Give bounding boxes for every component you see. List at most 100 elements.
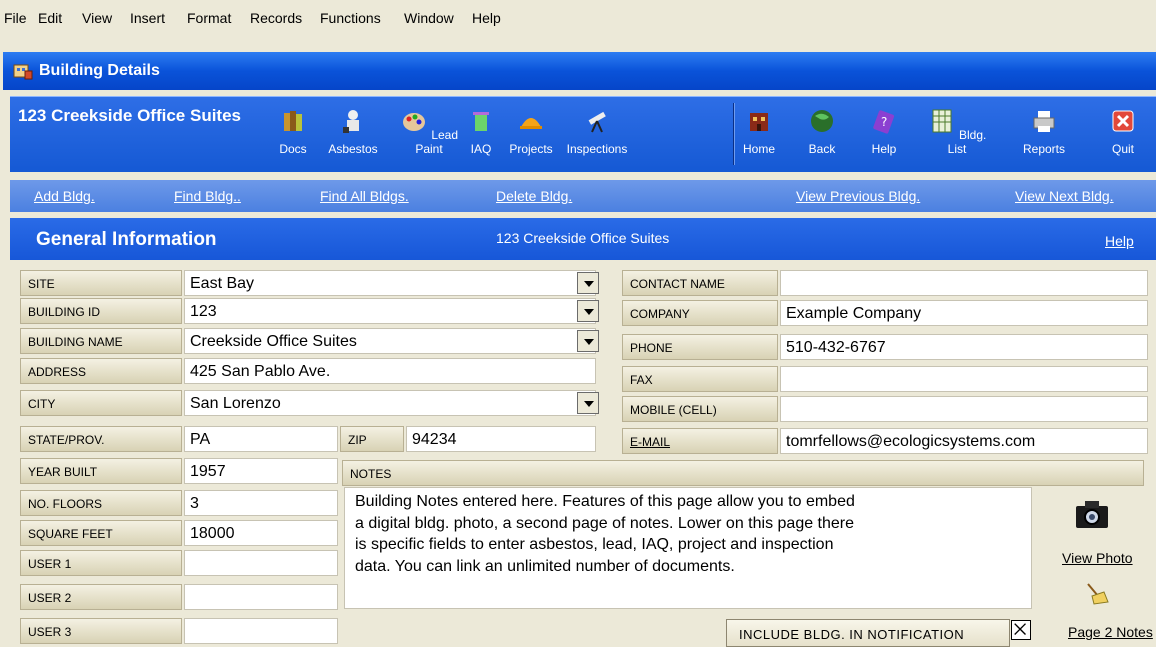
- iaq-label: IAQ: [470, 142, 492, 156]
- phone-field[interactable]: 510-432-6767: [780, 334, 1148, 360]
- page-2-notes-link[interactable]: Page 2 Notes: [1068, 624, 1153, 640]
- view-photo-link[interactable]: View Photo: [1062, 550, 1133, 566]
- site-dropdown-arrow[interactable]: [577, 272, 599, 294]
- menu-functions[interactable]: Functions: [320, 10, 381, 26]
- notes-line: is specific fields to enter asbestos, le…: [355, 536, 834, 553]
- general-information-form: SITE East Bay BUILDING ID 123 BUILDING N…: [10, 262, 1156, 647]
- building-name-dropdown-arrow[interactable]: [577, 330, 599, 352]
- include-in-notification-checkbox[interactable]: [1011, 620, 1031, 640]
- user2-field[interactable]: [184, 584, 338, 610]
- back-button[interactable]: Back: [802, 107, 842, 167]
- delete-bldg-link[interactable]: Delete Bldg.: [496, 188, 572, 204]
- broom-icon[interactable]: [1082, 582, 1110, 608]
- company-field[interactable]: Example Company: [780, 300, 1148, 326]
- square-feet-field[interactable]: 18000: [184, 520, 338, 546]
- year-built-label: YEAR BUILT: [20, 458, 182, 484]
- window-title: Building Details: [39, 62, 160, 79]
- building-window-icon: [13, 64, 33, 80]
- menu-format[interactable]: Format: [187, 10, 231, 26]
- section-help-link[interactable]: Help: [1105, 233, 1134, 249]
- building-name-field[interactable]: Creekside Office Suites: [184, 328, 596, 354]
- user2-label: USER 2: [20, 584, 182, 610]
- year-built-field[interactable]: 1957: [184, 458, 338, 484]
- home-button[interactable]: Home: [739, 107, 779, 167]
- help-button[interactable]: ? Help: [866, 107, 902, 167]
- checkbox-x-icon: [1014, 623, 1026, 635]
- projects-label: Projects: [509, 142, 553, 156]
- reports-button[interactable]: Reports: [1014, 107, 1074, 167]
- help-label: Help: [871, 142, 897, 156]
- menu-view[interactable]: View: [82, 10, 112, 26]
- building-id-label: BUILDING ID: [20, 298, 182, 324]
- contact-name-label: CONTACT NAME: [622, 270, 778, 296]
- trash-bin-icon: [473, 112, 489, 131]
- help-book-icon: ?: [873, 110, 895, 134]
- city-dropdown-arrow[interactable]: [577, 392, 599, 414]
- floors-field[interactable]: 3: [184, 490, 338, 516]
- user1-label: USER 1: [20, 550, 182, 576]
- asbestos-label: Asbestos: [328, 142, 378, 156]
- main-toolbar: 123 Creekside Office Suites Docs Asbesto…: [10, 96, 1156, 172]
- camera-icon[interactable]: [1072, 497, 1112, 533]
- docs-button[interactable]: Docs: [275, 107, 311, 167]
- company-label: COMPANY: [622, 300, 778, 326]
- asbestos-button[interactable]: Asbestos: [318, 107, 388, 167]
- section-title: General Information: [36, 229, 217, 250]
- mobile-label: MOBILE (CELL): [622, 396, 778, 422]
- menu-insert[interactable]: Insert: [130, 10, 165, 26]
- record-links-bar: Add Bldg. Find Bldg.. Find All Bldgs. De…: [10, 180, 1156, 212]
- view-previous-bldg-link[interactable]: View Previous Bldg.: [796, 188, 920, 204]
- contact-name-field[interactable]: [780, 270, 1148, 296]
- find-bldg-link[interactable]: Find Bldg..: [174, 188, 241, 204]
- find-all-bldgs-link[interactable]: Find All Bldgs.: [320, 188, 409, 204]
- back-label: Back: [808, 142, 836, 156]
- docs-label: Docs: [279, 142, 307, 156]
- email-field[interactable]: tomrfellows@ecologicsystems.com: [780, 428, 1148, 454]
- zip-field[interactable]: 94234: [406, 426, 596, 452]
- menu-help[interactable]: Help: [472, 10, 501, 26]
- fax-label: FAX: [622, 366, 778, 392]
- floors-label: NO. FLOORS: [20, 490, 182, 516]
- site-field[interactable]: East Bay: [184, 270, 596, 296]
- menu-window[interactable]: Window: [404, 10, 454, 26]
- quit-button[interactable]: Quit: [1103, 107, 1143, 167]
- house-icon: [750, 113, 768, 131]
- menu-edit[interactable]: Edit: [38, 10, 62, 26]
- toolbar-separator: [733, 103, 735, 165]
- inspections-button[interactable]: Inspections: [563, 107, 631, 167]
- projects-button[interactable]: Projects: [498, 107, 564, 167]
- menu-file[interactable]: File: [4, 10, 27, 26]
- iaq-button[interactable]: IAQ: [466, 107, 496, 167]
- building-title: 123 Creekside Office Suites: [18, 106, 242, 125]
- fax-field[interactable]: [780, 366, 1148, 392]
- user3-field[interactable]: [184, 618, 338, 644]
- city-field[interactable]: San Lorenzo: [184, 390, 596, 416]
- email-label[interactable]: E-MAIL: [622, 428, 778, 454]
- view-next-bldg-link[interactable]: View Next Bldg.: [1015, 188, 1114, 204]
- mobile-field[interactable]: [780, 396, 1148, 422]
- window-title-bar: Building Details: [3, 52, 1156, 90]
- bldg-list-button[interactable]: Bldg. List: [923, 107, 991, 167]
- menu-records[interactable]: Records: [250, 10, 302, 26]
- building-id-dropdown-arrow[interactable]: [577, 300, 599, 322]
- user3-label: USER 3: [20, 618, 182, 644]
- lead-paint-button[interactable]: Lead Paint: [392, 107, 466, 167]
- quit-label: Quit: [1111, 142, 1134, 156]
- phone-label: PHONE: [622, 334, 778, 360]
- close-icon: [1112, 110, 1134, 132]
- worker-icon: [343, 110, 359, 133]
- inspections-label: Inspections: [566, 142, 628, 156]
- state-field[interactable]: PA: [184, 426, 338, 452]
- building-name-label: BUILDING NAME: [20, 328, 182, 354]
- address-field[interactable]: 425 San Pablo Ave.: [184, 358, 596, 384]
- menu-bar: File Edit View Insert Format Records Fun…: [0, 0, 1156, 44]
- zip-label: ZIP: [340, 426, 404, 452]
- add-bldg-link[interactable]: Add Bldg.: [34, 188, 95, 204]
- notes-line: a digital bldg. photo, a second page of …: [355, 514, 855, 532]
- notes-textarea[interactable]: Building Notes entered here. Features of…: [344, 487, 1032, 609]
- svg-text:?: ?: [881, 115, 887, 129]
- building-id-field[interactable]: 123: [184, 298, 596, 324]
- section-subtitle: 123 Creekside Office Suites: [496, 230, 670, 246]
- printer-icon: [1033, 111, 1055, 132]
- user1-field[interactable]: [184, 550, 338, 576]
